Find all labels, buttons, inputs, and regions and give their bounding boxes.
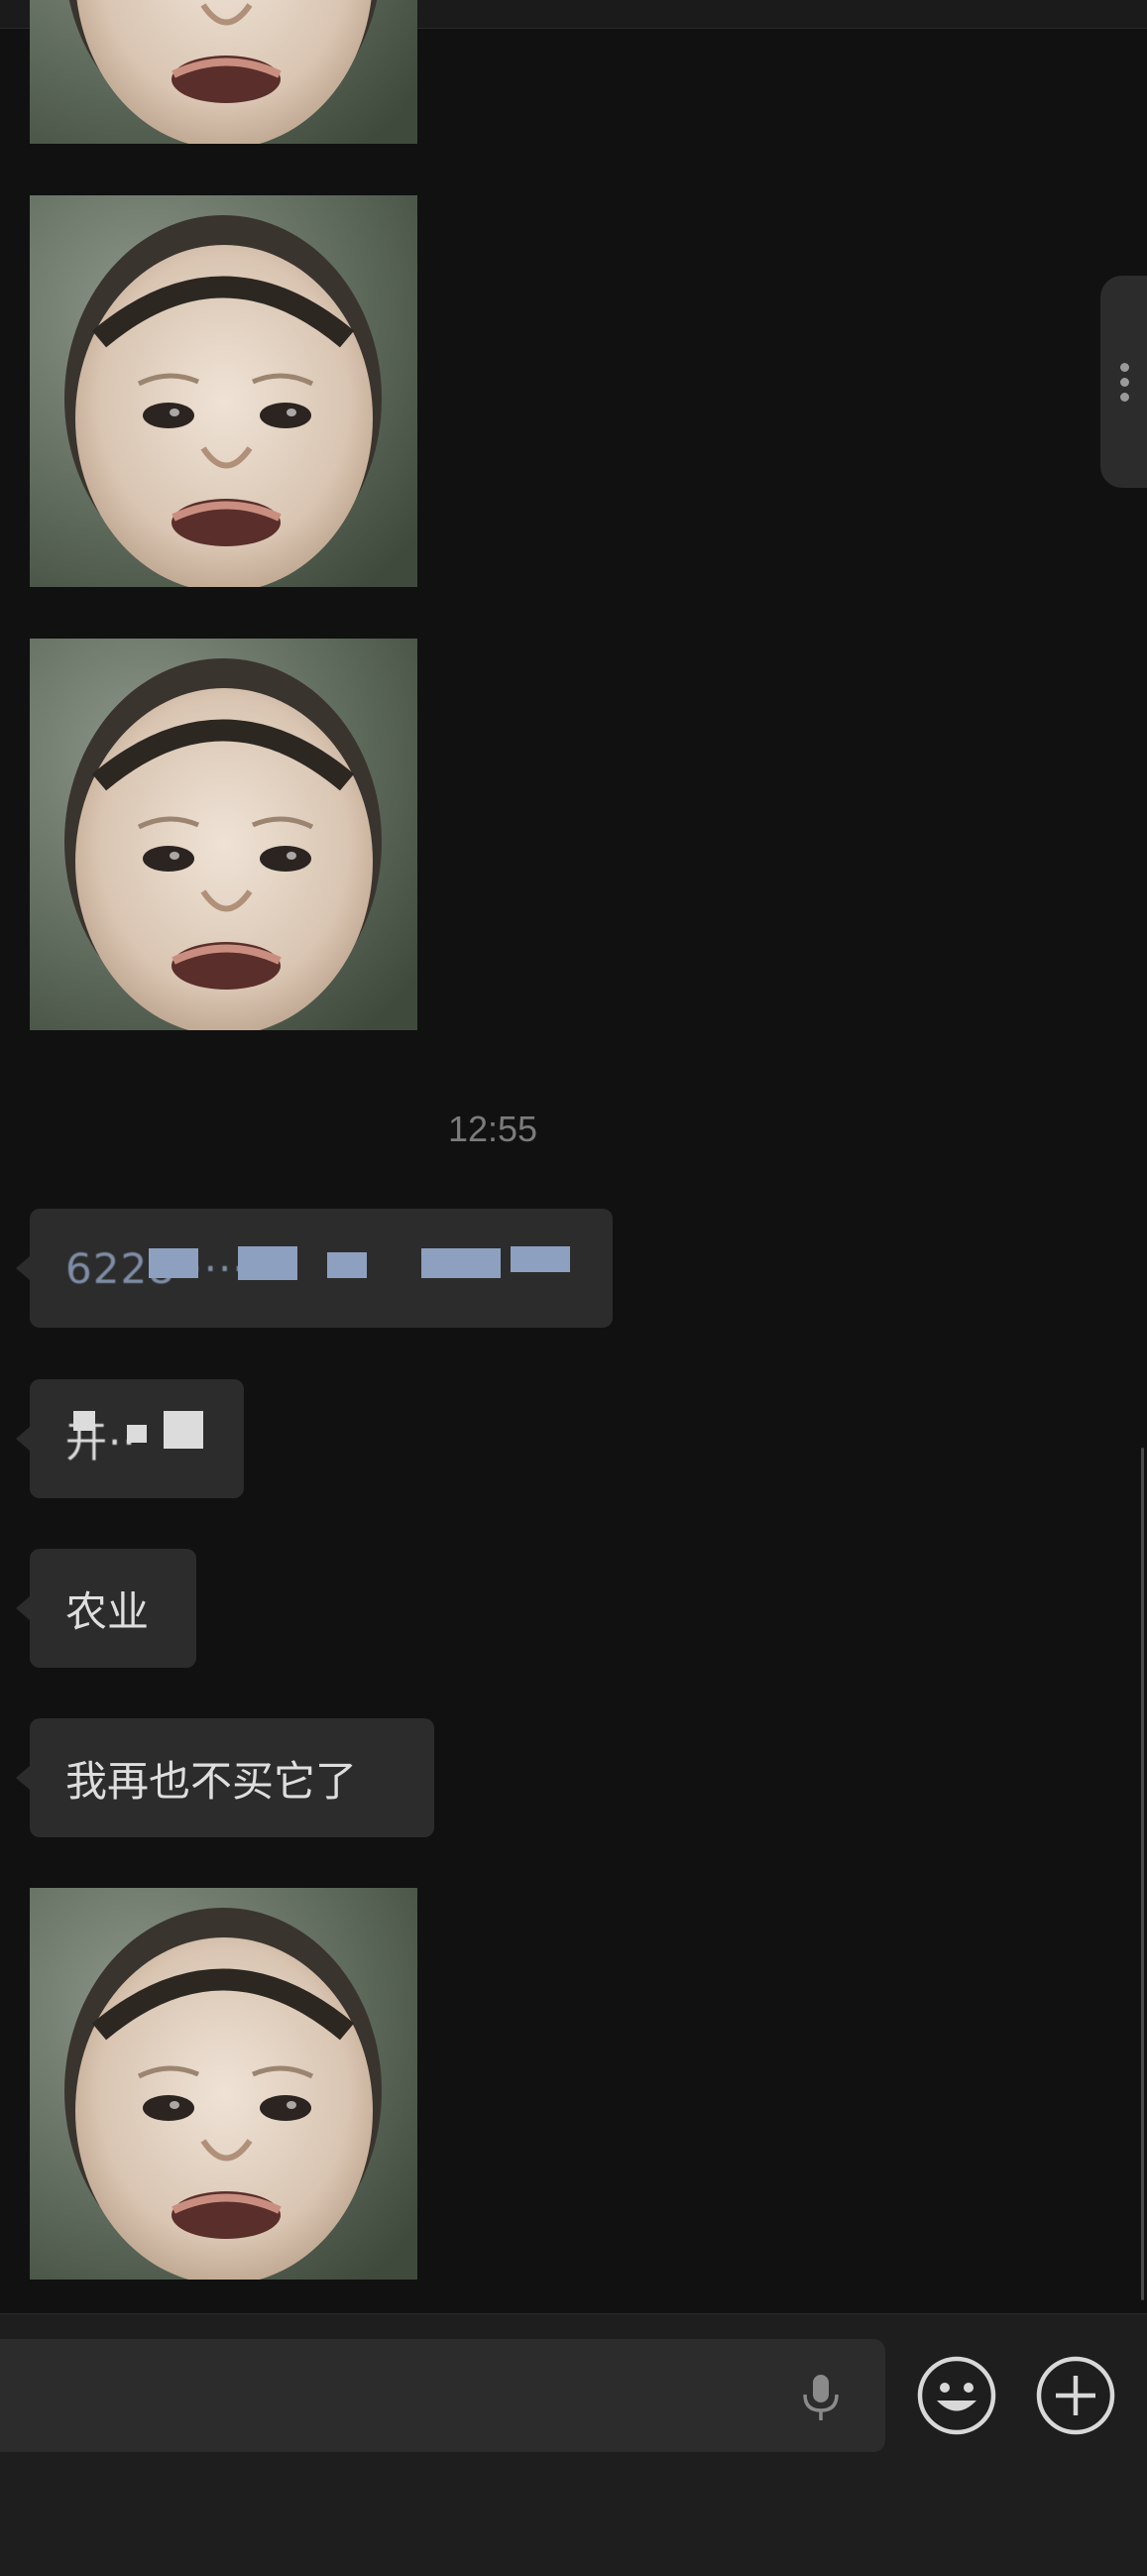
mosaic-block <box>327 1252 367 1278</box>
mosaic-block <box>73 1411 95 1431</box>
message-bubble[interactable]: 农业 <box>16 1549 196 1668</box>
mosaic-block <box>511 1246 570 1272</box>
sticker-image[interactable] <box>30 639 417 1030</box>
message-input[interactable] <box>0 2339 885 2452</box>
message-text: 农业 <box>65 1586 150 1636</box>
more-dots-icon <box>1119 377 1129 387</box>
mosaic-block <box>238 1246 297 1280</box>
message-timestamp: 12:55 <box>447 1109 538 1149</box>
mosaic-block <box>421 1248 501 1278</box>
scrollbar[interactable] <box>1141 1448 1144 2300</box>
mosaic-block <box>127 1425 147 1443</box>
sticker-image[interactable] <box>30 0 417 144</box>
message-bubble[interactable]: 6228····· <box>16 1209 613 1328</box>
mosaic-block <box>164 1411 203 1449</box>
mosaic-block <box>149 1248 198 1278</box>
plus-icon[interactable] <box>1034 2354 1117 2437</box>
message-text: 我再也不买它了 <box>65 1756 358 1806</box>
message-bubble[interactable]: 我再也不买它了 <box>16 1718 434 1837</box>
more-dots-icon <box>1119 392 1129 402</box>
input-bar <box>0 2313 1147 2576</box>
message-bubble[interactable]: 开·· <box>16 1379 244 1498</box>
microphone-icon[interactable] <box>793 2369 849 2424</box>
side-panel-handle[interactable] <box>1100 276 1147 488</box>
sticker-image[interactable] <box>30 1888 417 2280</box>
more-dots-icon <box>1119 362 1129 372</box>
emoji-icon[interactable] <box>915 2354 998 2437</box>
sticker-image[interactable] <box>30 195 417 587</box>
